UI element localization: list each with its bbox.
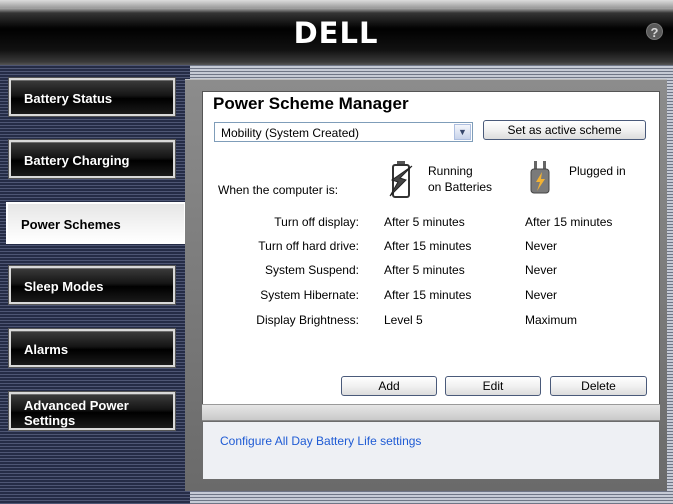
row-label-turn-off-hard-drive: Turn off hard drive:: [258, 239, 359, 253]
row-value-plugged[interactable]: Never: [525, 263, 557, 277]
row-label-system-suspend: System Suspend:: [264, 263, 359, 277]
sidebar-item-label: Alarms: [24, 342, 69, 357]
dell-logo: DELL: [293, 16, 379, 50]
add-button[interactable]: Add: [341, 376, 437, 396]
row-label-system-hibernate: System Hibernate:: [260, 288, 359, 302]
row-label-turn-off-display: Turn off display:: [274, 215, 359, 229]
row-value-battery[interactable]: After 15 minutes: [384, 288, 471, 302]
scheme-select[interactable]: Mobility (System Created) ▼: [214, 122, 473, 142]
edit-button[interactable]: Edit: [445, 376, 541, 396]
sidebar-item-label: Battery Status: [24, 91, 113, 106]
sidebar-item-label: Advanced Power: [24, 398, 129, 413]
delete-button[interactable]: Delete: [550, 376, 647, 396]
sidebar-item-alarms[interactable]: Alarms: [9, 329, 175, 367]
page-title: Power Scheme Manager: [213, 94, 409, 113]
row-value-battery[interactable]: After 15 minutes: [384, 239, 471, 253]
sidebar-item-power-schemes[interactable]: Power Schemes: [6, 202, 186, 244]
plugged-column-label: Plugged in: [569, 164, 626, 178]
sidebar-item-label-line2: Settings: [24, 413, 76, 428]
panel-divider: [202, 404, 660, 421]
row-value-plugged[interactable]: Never: [525, 239, 557, 253]
sidebar-item-battery-status[interactable]: Battery Status: [9, 78, 175, 116]
row-value-plugged[interactable]: Maximum: [525, 313, 577, 327]
link-box: [202, 421, 660, 480]
scheme-select-value: Mobility (System Created): [221, 126, 360, 140]
row-value-battery[interactable]: After 5 minutes: [384, 215, 465, 229]
battery-column-line1: Running: [428, 164, 473, 178]
row-value-battery[interactable]: After 5 minutes: [384, 263, 465, 277]
row-label-display-brightness: Display Brightness:: [256, 313, 359, 327]
help-icon[interactable]: ?: [646, 23, 663, 40]
row-value-battery[interactable]: Level 5: [384, 313, 423, 327]
sidebar-item-label: Sleep Modes: [24, 279, 104, 294]
sidebar-item-sleep-modes[interactable]: Sleep Modes: [9, 266, 175, 304]
sidebar-item-label: Power Schemes: [21, 217, 121, 232]
battery-icon: [389, 161, 413, 198]
chevron-down-icon[interactable]: ▼: [454, 124, 471, 140]
configure-battery-life-link[interactable]: Configure All Day Battery Life settings: [220, 434, 421, 448]
plug-icon: [530, 161, 550, 194]
row-value-plugged[interactable]: After 15 minutes: [525, 215, 612, 229]
set-active-scheme-button[interactable]: Set as active scheme: [483, 120, 646, 140]
sidebar-item-advanced-power-settings[interactable]: Advanced Power Settings: [9, 392, 175, 430]
when-label: When the computer is:: [218, 183, 339, 197]
sidebar-item-battery-charging[interactable]: Battery Charging: [9, 140, 175, 178]
sidebar-item-label: Battery Charging: [24, 153, 130, 168]
battery-column-line2: on Batteries: [428, 180, 493, 194]
row-value-plugged[interactable]: Never: [525, 288, 557, 302]
